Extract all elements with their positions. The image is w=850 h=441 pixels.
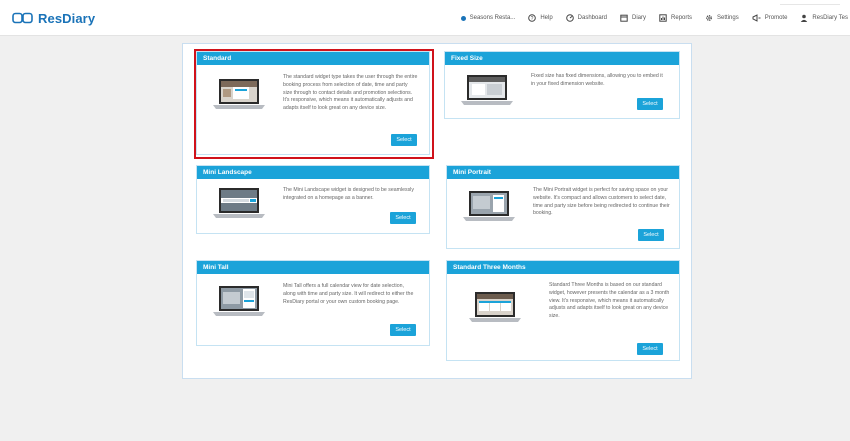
card-title: Standard Three Months [447, 261, 679, 274]
top-nav: Seasons Resta... ? Help Dashboard Diary … [448, 0, 850, 36]
card-title: Mini Tall [197, 261, 429, 274]
nav-promote-label: Promote [764, 15, 788, 21]
card-description: The standard widget type takes the user … [283, 74, 418, 112]
card-title: Mini Landscape [197, 166, 429, 179]
laptop-preview-icon [213, 286, 265, 316]
laptop-preview-icon [213, 79, 265, 109]
card-description: Mini Tall offers a full calendar view fo… [283, 283, 414, 305]
select-button-mini-portrait[interactable]: Select [638, 229, 664, 241]
widget-card-standard[interactable]: Standard The standard widget type takes … [196, 51, 430, 155]
widget-card-standard-three-months[interactable]: Standard Three Months Standard Three Mon… [446, 260, 680, 361]
select-button-standard[interactable]: Select [391, 134, 417, 146]
nav-help-label: Help [540, 15, 553, 21]
nav-diary-label: Diary [632, 15, 647, 21]
svg-text:?: ? [531, 16, 534, 22]
widget-card-mini-landscape[interactable]: Mini Landscape The Mini Landscape widget… [196, 165, 430, 234]
widget-card-mini-portrait[interactable]: Mini Portrait The Mini Portrait widget i… [446, 165, 680, 249]
brand-name: ResDiary [38, 10, 96, 26]
nav-diary[interactable]: Diary [620, 14, 646, 22]
laptop-preview-icon [461, 75, 513, 105]
venue-dot-icon [460, 15, 466, 21]
gear-icon [705, 14, 713, 22]
nav-user-label: ResDiary Tes [812, 15, 848, 21]
help-icon: ? [528, 14, 537, 22]
card-description: The Mini Landscape widget is designed to… [283, 187, 414, 201]
brand[interactable]: ResDiary [12, 10, 95, 26]
venue-label: Seasons Resta... [469, 15, 516, 21]
nav-reports[interactable]: Reports [659, 14, 692, 22]
widget-card-fixed-size[interactable]: Fixed Size Fixed size has fixed dimensio… [444, 51, 680, 119]
nav-dashboard-label: Dashboard [577, 15, 608, 21]
widget-card-mini-tall[interactable]: Mini Tall Mini Tall offers a full calend… [196, 260, 430, 346]
laptop-preview-icon [213, 188, 265, 218]
resdiary-logo-icon [12, 12, 34, 24]
card-title: Mini Portrait [447, 166, 679, 179]
nav-user[interactable]: ResDiary Tes [800, 14, 848, 22]
diary-icon [620, 14, 628, 22]
card-description: Fixed size has fixed dimensions, allowin… [531, 73, 663, 87]
user-icon [800, 14, 808, 22]
card-description: Standard Three Months is based on our st… [549, 282, 670, 320]
laptop-preview-icon [463, 191, 515, 221]
card-title: Fixed Size [445, 52, 679, 65]
nav-promote[interactable]: Promote [752, 14, 788, 22]
nav-dashboard[interactable]: Dashboard [565, 14, 608, 22]
laptop-preview-icon [469, 292, 521, 322]
card-title: Standard [197, 52, 429, 65]
top-bar: ResDiary Seasons Resta... ? Help Dashboa… [0, 0, 850, 36]
nav-help[interactable]: ? Help [528, 14, 553, 22]
venue-selector[interactable]: Seasons Resta... [460, 15, 516, 21]
select-button-mini-landscape[interactable]: Select [390, 212, 416, 224]
reports-icon [659, 14, 667, 22]
megaphone-icon [752, 14, 761, 22]
nav-settings[interactable]: Settings [705, 14, 739, 22]
card-description: The Mini Portrait widget is perfect for … [533, 187, 670, 217]
nav-reports-label: Reports [671, 15, 693, 21]
select-button-fixed-size[interactable]: Select [637, 98, 663, 110]
dashboard-icon [565, 14, 574, 22]
select-button-standard-three-months[interactable]: Select [637, 343, 663, 355]
nav-settings-label: Settings [717, 15, 739, 21]
select-button-mini-tall[interactable]: Select [390, 324, 416, 336]
